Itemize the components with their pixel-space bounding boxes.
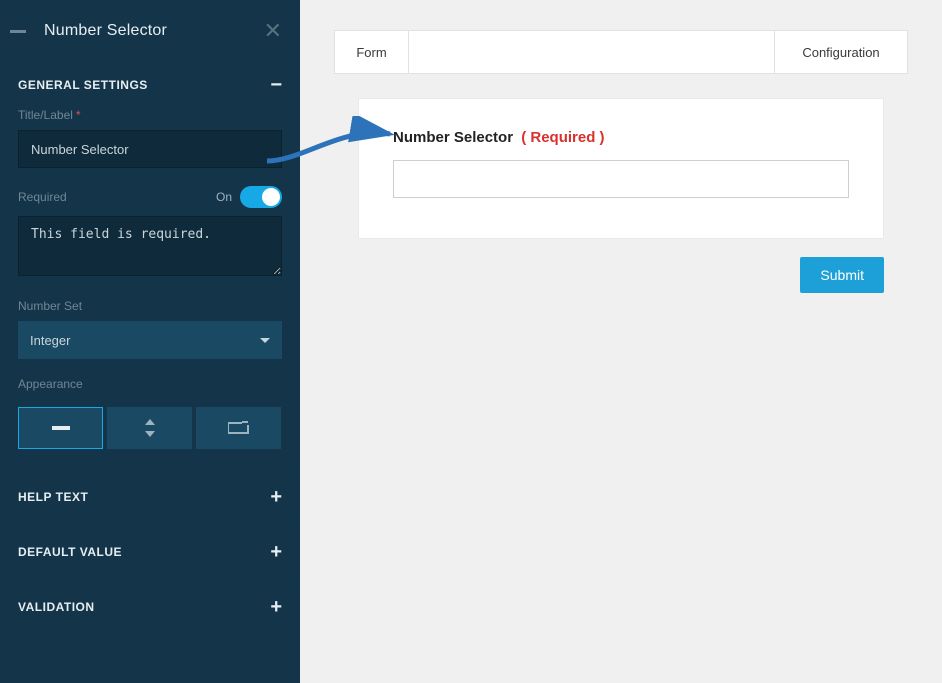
number-set-label: Number Set bbox=[18, 299, 282, 313]
required-label: Required bbox=[18, 190, 67, 204]
section-label: HELP TEXT bbox=[18, 490, 88, 504]
appearance-option-plain[interactable] bbox=[18, 407, 103, 449]
appearance-field: Appearance bbox=[0, 377, 300, 407]
required-state-text: On bbox=[216, 190, 232, 204]
appearance-option-stepper[interactable] bbox=[107, 407, 192, 449]
section-validation[interactable]: VALIDATION + bbox=[0, 579, 300, 634]
box-icon bbox=[228, 421, 250, 435]
expand-icon: + bbox=[270, 546, 282, 558]
number-set-value: Integer bbox=[30, 333, 70, 348]
section-label: VALIDATION bbox=[18, 600, 95, 614]
form-field-required-badge: ( Required ) bbox=[521, 129, 604, 146]
title-label-field: Title/Label * bbox=[0, 108, 300, 186]
section-general-settings[interactable]: GENERAL SETTINGS − bbox=[0, 62, 300, 108]
submit-button[interactable]: Submit bbox=[800, 257, 884, 293]
number-set-select[interactable]: Integer bbox=[18, 321, 282, 359]
required-message-field bbox=[0, 216, 300, 299]
close-icon[interactable]: ✕ bbox=[264, 18, 282, 44]
required-asterisk-icon: * bbox=[76, 108, 81, 122]
appearance-options bbox=[0, 407, 300, 469]
expand-icon: + bbox=[270, 491, 282, 503]
title-input[interactable] bbox=[18, 130, 282, 168]
main-panel: Form Configuration Number Selector ( Req… bbox=[300, 0, 942, 683]
form-field-label: Number Selector bbox=[393, 129, 513, 146]
appearance-option-box[interactable] bbox=[196, 407, 281, 449]
chevron-down-icon bbox=[260, 338, 270, 343]
minus-icon bbox=[52, 426, 70, 430]
number-set-field: Number Set Integer bbox=[0, 299, 300, 377]
title-label-text: Title/Label bbox=[18, 108, 73, 122]
form-field-label-row: Number Selector ( Required ) bbox=[393, 129, 849, 146]
sidebar-header: Number Selector ✕ bbox=[0, 0, 300, 62]
field-label: Title/Label * bbox=[18, 108, 282, 122]
required-row: Required On bbox=[0, 186, 300, 216]
form-card: Number Selector ( Required ) bbox=[358, 98, 884, 239]
section-help-text[interactable]: HELP TEXT + bbox=[0, 469, 300, 524]
required-message-input[interactable] bbox=[18, 216, 282, 276]
section-label: GENERAL SETTINGS bbox=[18, 78, 148, 92]
minimize-icon[interactable] bbox=[10, 30, 26, 33]
tab-configuration[interactable]: Configuration bbox=[775, 31, 907, 73]
collapse-icon[interactable]: − bbox=[270, 79, 282, 91]
appearance-label: Appearance bbox=[18, 377, 282, 391]
expand-icon: + bbox=[270, 601, 282, 613]
tab-form[interactable]: Form bbox=[335, 31, 409, 73]
section-default-value[interactable]: DEFAULT VALUE + bbox=[0, 524, 300, 579]
stepper-icon bbox=[144, 419, 156, 437]
tab-spacer bbox=[409, 31, 775, 73]
submit-row: Submit bbox=[300, 257, 884, 293]
number-selector-input[interactable] bbox=[393, 160, 849, 198]
sidebar-title: Number Selector bbox=[44, 22, 264, 40]
settings-sidebar: Number Selector ✕ GENERAL SETTINGS − Tit… bbox=[0, 0, 300, 683]
tab-bar: Form Configuration bbox=[334, 30, 908, 74]
section-label: DEFAULT VALUE bbox=[18, 545, 122, 559]
required-toggle[interactable] bbox=[240, 186, 282, 208]
